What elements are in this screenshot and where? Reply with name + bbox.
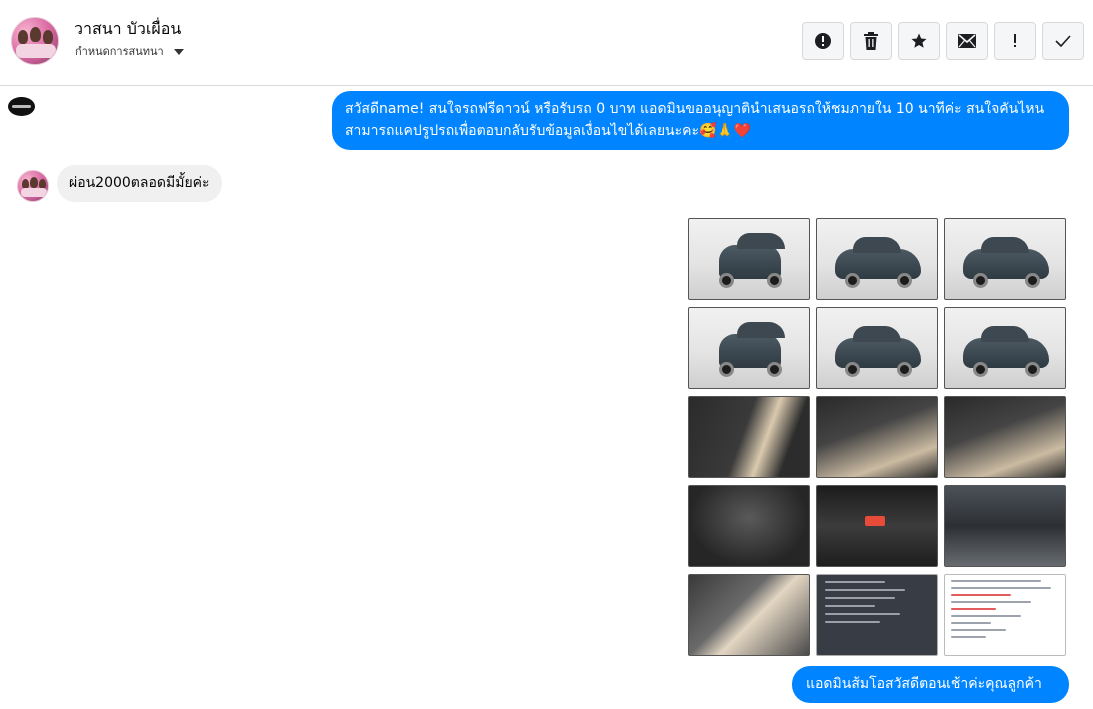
car-side-photo[interactable] bbox=[816, 307, 938, 389]
rear-seat-photo[interactable] bbox=[688, 574, 810, 656]
incoming-message[interactable]: ผ่อน2000ตลอดมีมั้ยค่ะ bbox=[57, 165, 222, 202]
conversation-header: วาสนา บัวเผื่อน กำหนดการสนทนา bbox=[0, 0, 1093, 86]
contact-name[interactable]: วาสนา บัวเผื่อน bbox=[74, 17, 181, 42]
page-brand-avatar bbox=[8, 97, 35, 116]
car-side-rear-photo[interactable] bbox=[944, 307, 1066, 389]
caret-down-icon bbox=[173, 48, 184, 55]
engine-bay-photo[interactable] bbox=[944, 485, 1066, 567]
car-front-angle-photo[interactable] bbox=[816, 218, 938, 300]
done-button[interactable] bbox=[1042, 22, 1084, 60]
car-front-photo[interactable] bbox=[688, 218, 810, 300]
envelope-icon bbox=[958, 34, 976, 48]
spec-document-screenshot[interactable] bbox=[816, 574, 938, 656]
star-icon bbox=[911, 33, 927, 48]
contact-avatar[interactable] bbox=[11, 17, 59, 65]
dashboard-interior-photo[interactable] bbox=[816, 396, 938, 478]
center-console-photo[interactable] bbox=[816, 485, 938, 567]
image-gallery bbox=[688, 218, 1067, 656]
outgoing-message[interactable]: แอดมินส้มโอสวัสดีตอนเช้าค่ะคุณลูกค้า bbox=[792, 666, 1069, 703]
delete-button[interactable] bbox=[850, 22, 892, 60]
mail-button[interactable] bbox=[946, 22, 988, 60]
listing-post-screenshot[interactable] bbox=[944, 574, 1066, 656]
contact-avatar-small bbox=[17, 170, 49, 202]
outgoing-message[interactable]: สวัสดีname! สนใจรถฟรีดาวน์ หรือรับรถ 0 บ… bbox=[332, 91, 1069, 150]
car-rear-photo[interactable] bbox=[688, 307, 810, 389]
trash-icon bbox=[864, 32, 878, 50]
check-icon bbox=[1055, 35, 1071, 47]
important-button[interactable] bbox=[994, 22, 1036, 60]
schedule-label: กำหนดการสนทนา bbox=[75, 45, 164, 58]
star-button[interactable] bbox=[898, 22, 940, 60]
car-rear-angle-photo[interactable] bbox=[944, 218, 1066, 300]
exclamation-icon bbox=[1014, 34, 1016, 47]
alert-circle-icon bbox=[815, 33, 831, 49]
conversation-schedule-dropdown[interactable]: กำหนดการสนทนา bbox=[75, 42, 184, 60]
conversation-toolbar bbox=[802, 22, 1084, 60]
hood-open-photo[interactable] bbox=[688, 485, 810, 567]
door-panel-photo[interactable] bbox=[688, 396, 810, 478]
report-button[interactable] bbox=[802, 22, 844, 60]
gear-shift-interior-photo[interactable] bbox=[944, 396, 1066, 478]
